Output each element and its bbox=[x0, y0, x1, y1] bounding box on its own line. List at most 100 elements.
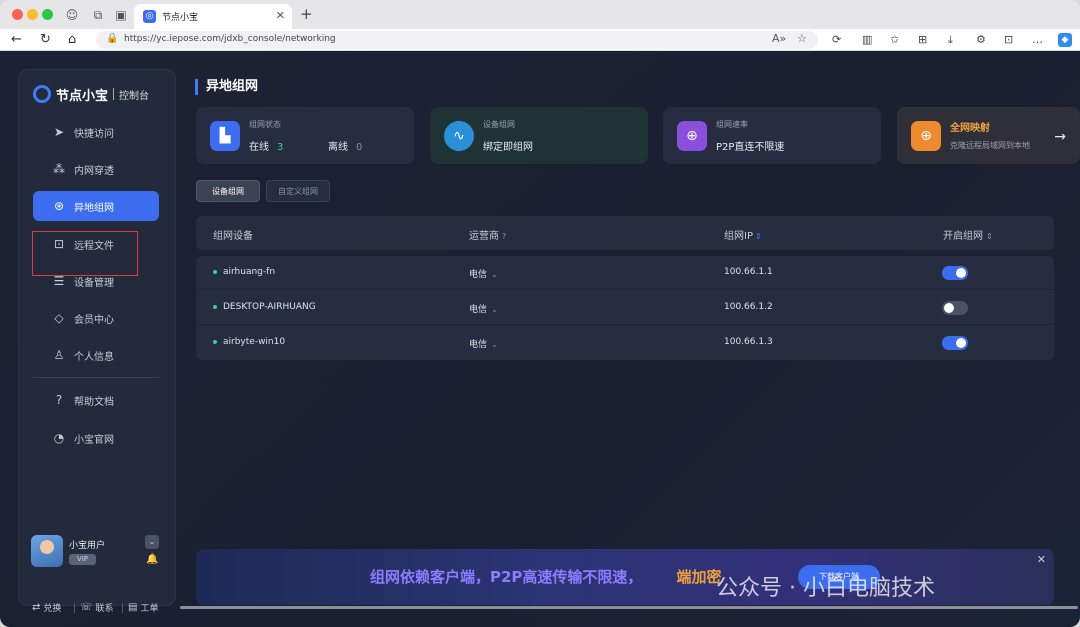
app-root: 节点小宝 控制台 ➤ 快捷访问 ⁂ 内网穿透 ⊛ 异地组网 ⊡ 远程文件 ☰ 设… bbox=[0, 51, 1080, 627]
workspaces-icon[interactable]: ⧉ bbox=[90, 7, 106, 23]
profile-icon[interactable]: ☺ bbox=[64, 7, 80, 23]
col-ip-label: 组网IP bbox=[724, 231, 753, 242]
offline-stat: 离线 0 bbox=[328, 138, 362, 153]
browser-window: ☺ ⧉ ▣ ◎ 节点小宝 ✕ + ← ↻ ⌂ 🔒 https://yc.iepo… bbox=[0, 0, 1080, 627]
card-value: 绑定即组网 bbox=[483, 142, 533, 153]
card-title: 全网映射 bbox=[950, 123, 990, 134]
chevron-down-icon: ⌄ bbox=[491, 340, 498, 349]
new-tab-button[interactable]: + bbox=[300, 5, 313, 23]
clock-globe-icon: ◔ bbox=[53, 431, 65, 445]
sidebar-item-profile[interactable]: ♙ 个人信息 bbox=[33, 340, 159, 370]
table-row: airhuang-fn 电信 ⌄ 100.66.1.1 bbox=[196, 256, 1054, 290]
sidebar: 节点小宝 控制台 ➤ 快捷访问 ⁂ 内网穿透 ⊛ 异地组网 ⊡ 远程文件 ☰ 设… bbox=[18, 69, 176, 614]
device-name-text: DESKTOP-AIRHUANG bbox=[223, 302, 316, 312]
card-device-networking: ∿ 设备组网 绑定即组网 bbox=[430, 107, 648, 164]
tab-actions-icon[interactable]: ▣ bbox=[113, 7, 129, 23]
url-text: https://yc.iepose.com/jdxb_console/netwo… bbox=[124, 34, 336, 44]
node-logo-icon: ◎ bbox=[143, 10, 156, 23]
avatar[interactable] bbox=[31, 535, 63, 567]
sidebar-item-quick-access[interactable]: ➤ 快捷访问 bbox=[33, 117, 159, 147]
sidebar-item-website[interactable]: ◔ 小宝官网 bbox=[33, 423, 159, 453]
highlight-annotation-box bbox=[32, 231, 138, 276]
sort-icon[interactable]: ⇕ bbox=[755, 232, 762, 241]
col-enable-label: 开启组网 bbox=[943, 231, 983, 242]
read-aloud-icon[interactable]: A» bbox=[772, 32, 786, 45]
more-icon[interactable]: … bbox=[1032, 33, 1043, 46]
diamond-icon: ◇ bbox=[54, 311, 64, 325]
vip-badge: VIP bbox=[69, 554, 96, 565]
sidebar-item-label: 异地组网 bbox=[74, 202, 114, 214]
col-isp: 运营商? bbox=[469, 227, 506, 242]
enable-toggle[interactable] bbox=[942, 301, 968, 315]
tab-custom-networking[interactable]: 自定义组网 bbox=[266, 180, 330, 202]
refresh-ext-icon[interactable]: ⟳ bbox=[832, 33, 841, 46]
minimize-window-button[interactable] bbox=[27, 9, 38, 20]
home-icon[interactable]: ⌂ bbox=[68, 32, 76, 48]
copilot-icon[interactable]: ◆ bbox=[1058, 33, 1072, 47]
close-window-button[interactable] bbox=[12, 9, 23, 20]
enable-toggle[interactable] bbox=[942, 336, 968, 350]
device-table: airhuang-fn 电信 ⌄ 100.66.1.1 DESKTOP-AIRHU… bbox=[196, 256, 1054, 360]
card-network-status: ▙ 组网状态 在线 3 离线 0 bbox=[196, 107, 414, 164]
offline-value: 0 bbox=[356, 142, 363, 153]
card-value: 克隆远程局域网到本地 bbox=[950, 141, 1030, 150]
col-isp-label: 运营商 bbox=[469, 231, 499, 242]
zoom-window-button[interactable] bbox=[42, 9, 53, 20]
watermark: 公众号 · 小白电脑技术 bbox=[716, 576, 935, 601]
reload-icon[interactable]: ↻ bbox=[40, 32, 51, 48]
offline-label: 离线 bbox=[328, 142, 348, 153]
back-icon[interactable]: ← bbox=[11, 32, 22, 48]
chevron-down-icon[interactable]: ⌄ bbox=[145, 535, 159, 549]
extension-icon[interactable]: ⚙ bbox=[976, 33, 986, 46]
isp-select[interactable]: 电信 ⌄ bbox=[469, 267, 498, 280]
tab-device-networking[interactable]: 设备组网 bbox=[196, 180, 260, 202]
favorites-icon[interactable]: ✩ bbox=[890, 33, 899, 46]
device-ip: 100.66.1.1 bbox=[724, 267, 773, 277]
tab-title: 节点小宝 bbox=[162, 13, 199, 23]
sidebar-item-membership[interactable]: ◇ 会员中心 bbox=[33, 303, 159, 333]
close-icon[interactable]: ✕ bbox=[1037, 553, 1046, 566]
exchange-link[interactable]: ⇄ 兑换 bbox=[32, 601, 61, 614]
close-tab-icon[interactable]: ✕ bbox=[276, 9, 285, 22]
page-title: 异地组网 bbox=[195, 79, 258, 95]
card-title: 组网速率 bbox=[716, 120, 748, 129]
table-row: DESKTOP-AIRHUANG 电信 ⌄ 100.66.1.2 bbox=[196, 291, 1054, 325]
horizontal-scrollbar[interactable] bbox=[180, 606, 1078, 609]
isp-select[interactable]: 电信 ⌄ bbox=[469, 337, 498, 350]
exchange-label: 兑换 bbox=[43, 604, 62, 614]
help-circle-icon[interactable]: ? bbox=[502, 232, 506, 241]
bell-icon[interactable]: 🔔 bbox=[146, 554, 158, 565]
user-panel[interactable]: 小宝用户 VIP ⌄ 🔔 bbox=[31, 535, 167, 571]
favorite-star-icon[interactable]: ☆ bbox=[797, 32, 807, 45]
contact-link[interactable]: ☏ 联系 bbox=[80, 601, 114, 614]
card-full-mapping[interactable]: ⊕ 全网映射 克隆远程局域网到本地 → bbox=[897, 107, 1080, 164]
isp-value: 电信 bbox=[469, 340, 488, 350]
ticket-link[interactable]: ▤ 工单 bbox=[128, 601, 158, 614]
browser-tab[interactable]: ◎ 节点小宝 ✕ bbox=[134, 4, 292, 29]
isp-select[interactable]: 电信 ⌄ bbox=[469, 302, 498, 315]
split-screen-icon[interactable]: ▥ bbox=[862, 33, 872, 46]
logo-divider bbox=[113, 88, 115, 100]
col-ip[interactable]: 组网IP ⇕ bbox=[724, 227, 762, 242]
sidebar-item-networking[interactable]: ⊛ 异地组网 bbox=[33, 191, 159, 221]
sidebar-item-tunnel[interactable]: ⁂ 内网穿透 bbox=[33, 154, 159, 184]
sort-icon[interactable]: ⇕ bbox=[986, 232, 993, 241]
col-enable[interactable]: 开启组网 ⇕ bbox=[943, 227, 993, 242]
arrow-right-icon[interactable]: → bbox=[1054, 129, 1066, 145]
sidebar-item-help[interactable]: ? 帮助文档 bbox=[33, 385, 159, 415]
card-value: P2P直连不限速 bbox=[716, 142, 785, 153]
url-field[interactable]: 🔒 https://yc.iepose.com/jdxb_console/net… bbox=[96, 31, 818, 49]
logo[interactable]: 节点小宝 控制台 bbox=[33, 84, 149, 104]
sidebar-item-label: 快捷访问 bbox=[74, 128, 114, 140]
sidebar-item-label: 帮助文档 bbox=[74, 396, 114, 408]
card-title: 组网状态 bbox=[249, 120, 281, 129]
server-icon: ☰ bbox=[53, 274, 65, 288]
banner-text-tail: 端加密 bbox=[676, 568, 722, 586]
enable-toggle[interactable] bbox=[942, 266, 968, 280]
device-name-text: airhuang-fn bbox=[223, 267, 276, 277]
download-icon[interactable]: ⤓ bbox=[948, 33, 953, 47]
screenshot-icon[interactable]: ⊡ bbox=[1004, 33, 1013, 46]
sidebar-item-label: 内网穿透 bbox=[74, 165, 114, 177]
collections-icon[interactable]: ⊞ bbox=[918, 33, 927, 46]
ticket-label: 工单 bbox=[140, 604, 159, 614]
